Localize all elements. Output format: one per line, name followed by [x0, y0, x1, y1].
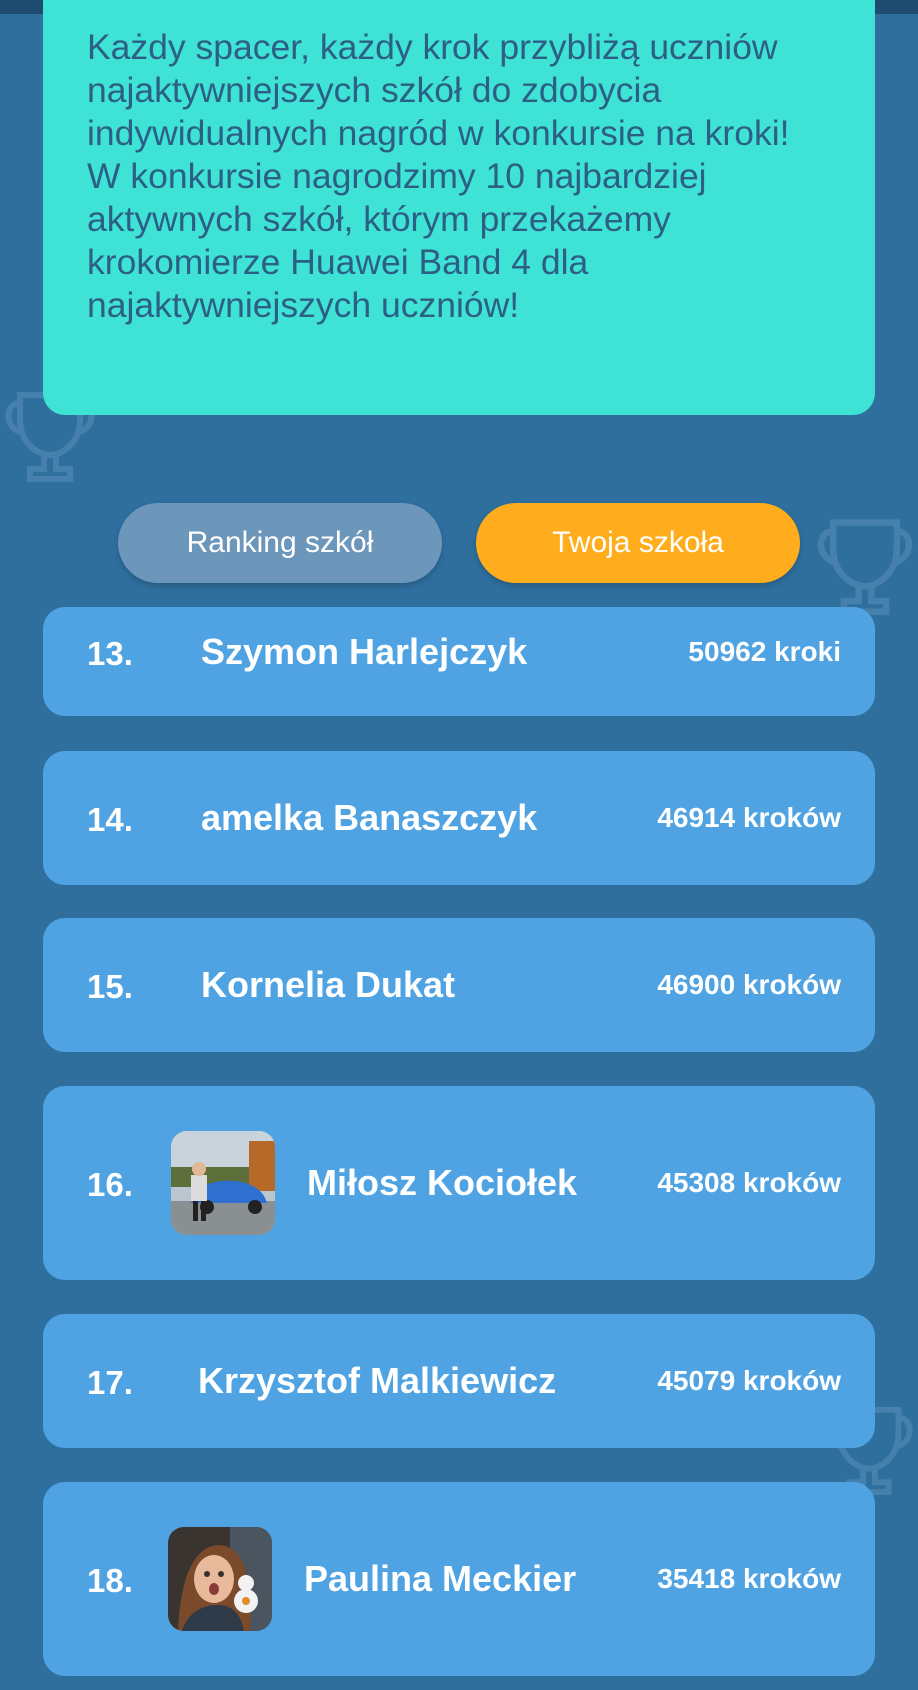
tab-school-ranking-label: Ranking szkół [186, 526, 374, 559]
rank-number: 16. [87, 1166, 133, 1203]
rank-number: 18. [87, 1562, 133, 1599]
ranking-row[interactable]: 13. Szymon Harlejczyk 50962 kroki [43, 607, 875, 716]
intro-text: Każdy spacer, każdy krok przybliżą uczni… [87, 27, 790, 325]
student-name: Paulina Meckier [304, 1558, 577, 1599]
ranking-row[interactable]: 18. Paulina Meckier 35418 kroków [43, 1482, 875, 1676]
step-count: 45308 kroków [657, 1167, 841, 1198]
ranking-row[interactable]: 17. Krzysztof Malkiewicz 45079 kroków [43, 1314, 875, 1448]
rank-number: 17. [87, 1364, 133, 1401]
student-name: Krzysztof Malkiewicz [198, 1360, 557, 1401]
student-name: Miłosz Kociołek [307, 1162, 578, 1203]
rank-number: 13. [87, 635, 133, 672]
trophy-icon [817, 519, 913, 615]
rank-number: 15. [87, 968, 133, 1005]
tab-school-ranking[interactable]: Ranking szkół [118, 503, 442, 583]
intro-card: Każdy spacer, każdy krok przybliżą uczni… [43, 0, 875, 415]
student-name: amelka Banaszczyk [201, 797, 538, 838]
step-count: 35418 kroków [657, 1563, 841, 1594]
step-count: 50962 kroki [688, 636, 841, 667]
step-count: 46900 kroków [657, 969, 841, 1000]
tab-your-school[interactable]: Twoja szkoła [476, 503, 800, 583]
avatar [171, 1131, 275, 1235]
step-count: 46914 kroków [657, 802, 841, 833]
tab-your-school-label: Twoja szkoła [552, 526, 724, 559]
ranking-row[interactable]: 15. Kornelia Dukat 46900 kroków [43, 918, 875, 1052]
step-count: 45079 kroków [657, 1365, 841, 1396]
student-name: Szymon Harlejczyk [201, 631, 528, 672]
student-name: Kornelia Dukat [201, 964, 456, 1005]
avatar [168, 1527, 272, 1631]
rank-number: 14. [87, 801, 133, 838]
ranking-row[interactable]: 14. amelka Banaszczyk 46914 kroków [43, 751, 875, 885]
ranking-row[interactable]: 16. Miłosz Kociołek 45308 kroków [43, 1086, 875, 1280]
